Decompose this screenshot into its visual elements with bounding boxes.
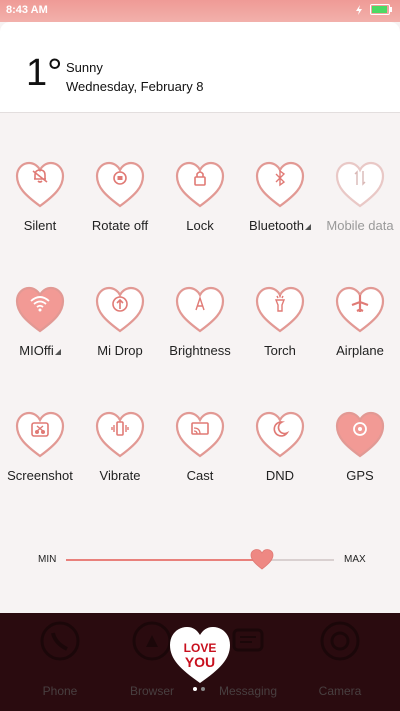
- weather-date-card[interactable]: 1° Sunny Wednesday, February 8: [0, 22, 400, 113]
- toggle-label-text: Bluetooth: [249, 218, 304, 233]
- toggle-label-text: Rotate off: [91, 218, 149, 233]
- expand-indicator-icon[interactable]: [54, 349, 61, 355]
- toggle-label-text: Mi Drop: [97, 343, 143, 358]
- toggle-heart[interactable]: [95, 285, 145, 335]
- dock-camera[interactable]: Camera: [300, 613, 380, 711]
- toggle-mi-drop[interactable]: Mi Drop: [80, 285, 160, 375]
- toggle-airplane[interactable]: Airplane: [320, 285, 400, 375]
- dock-label-camera: Camera: [318, 684, 362, 698]
- page-dot-active: [193, 687, 197, 691]
- toggle-label: GPS: [310, 468, 400, 483]
- dock-label-phone: Phone: [42, 684, 78, 698]
- toggle-heart[interactable]: [255, 285, 305, 335]
- love-you-heart-widget[interactable]: LOVE YOU: [168, 625, 232, 685]
- toggle-heart[interactable]: [95, 410, 145, 460]
- slider-max-label: MAX: [344, 554, 366, 565]
- toggle-rotate-off[interactable]: Rotate off: [80, 160, 160, 250]
- toggle-heart[interactable]: [15, 160, 65, 210]
- slider-heart-knob[interactable]: [250, 548, 274, 572]
- temperature: 1°: [26, 52, 63, 94]
- toggle-mioffi[interactable]: MIOffi: [0, 285, 80, 375]
- toggle-label-text: Brightness: [169, 343, 231, 358]
- status-icons: [354, 4, 392, 15]
- brightness-slider[interactable]: MIN MAX: [0, 540, 400, 580]
- toggle-label-text: Airplane: [336, 343, 384, 358]
- slider-fill: [66, 559, 262, 561]
- slider-min-label: MIN: [38, 554, 57, 565]
- toggle-label-text: GPS: [346, 468, 374, 483]
- toggle-silent[interactable]: Silent: [0, 160, 80, 250]
- toggle-heart[interactable]: [255, 160, 305, 210]
- charging-icon: [356, 4, 362, 15]
- toggle-gps[interactable]: GPS: [320, 410, 400, 500]
- love-text: LOVE: [184, 641, 217, 655]
- toggle-heart[interactable]: [335, 410, 385, 460]
- toggle-bluetooth[interactable]: Bluetooth: [240, 160, 320, 250]
- date-text: Wednesday, February 8: [66, 79, 204, 94]
- toggle-dnd[interactable]: DND: [240, 410, 320, 500]
- toggle-heart[interactable]: [175, 410, 225, 460]
- toggle-screenshot[interactable]: Screenshot: [0, 410, 80, 500]
- dock-label-messaging: Messaging: [218, 684, 278, 698]
- slider-track[interactable]: [66, 559, 334, 561]
- toggle-heart[interactable]: [15, 410, 65, 460]
- toggle-torch[interactable]: Torch: [240, 285, 320, 375]
- toggle-brightness[interactable]: Brightness: [160, 285, 240, 375]
- toggle-mobile-data[interactable]: Mobile data: [320, 160, 400, 250]
- toggle-heart[interactable]: [335, 160, 385, 210]
- toggle-lock[interactable]: Lock: [160, 160, 240, 250]
- toggle-label: Airplane: [310, 343, 400, 358]
- toggle-heart[interactable]: [95, 160, 145, 210]
- toggle-heart[interactable]: [335, 285, 385, 335]
- browser-icon: [132, 621, 172, 661]
- toggle-label-text: Vibrate: [99, 468, 141, 483]
- phone-icon: [40, 621, 80, 661]
- toggle-heart[interactable]: [175, 285, 225, 335]
- toggle-label-text: Screenshot: [7, 468, 73, 483]
- toggle-heart[interactable]: [15, 285, 65, 335]
- toggle-heart[interactable]: [255, 410, 305, 460]
- toggle-label-text: DND: [265, 468, 295, 483]
- toggle-label-text: Silent: [23, 218, 57, 233]
- dock-label-browser: Browser: [129, 684, 174, 698]
- toggle-label-text: Mobile data: [326, 218, 394, 233]
- toggle-label-text: MIOffi: [19, 343, 54, 358]
- toggle-cast[interactable]: Cast: [160, 410, 240, 500]
- status-time: 8:43 AM: [6, 4, 48, 16]
- page-dot: [201, 687, 205, 691]
- toggle-vibrate[interactable]: Vibrate: [80, 410, 160, 500]
- dock-phone[interactable]: Phone: [20, 613, 100, 711]
- you-text: YOU: [185, 654, 215, 670]
- camera-icon: [320, 621, 360, 661]
- toggle-heart[interactable]: [175, 160, 225, 210]
- toggle-label-text: Lock: [186, 218, 214, 233]
- toggle-label: Mobile data: [310, 218, 400, 233]
- toggle-label-text: Cast: [186, 468, 214, 483]
- messaging-icon: [232, 628, 264, 652]
- page-indicator: [193, 687, 205, 691]
- toggle-label-text: Torch: [264, 343, 296, 358]
- weather-condition: Sunny: [66, 60, 103, 75]
- battery-icon: [370, 4, 392, 15]
- status-bar: 8:43 AM: [0, 0, 400, 22]
